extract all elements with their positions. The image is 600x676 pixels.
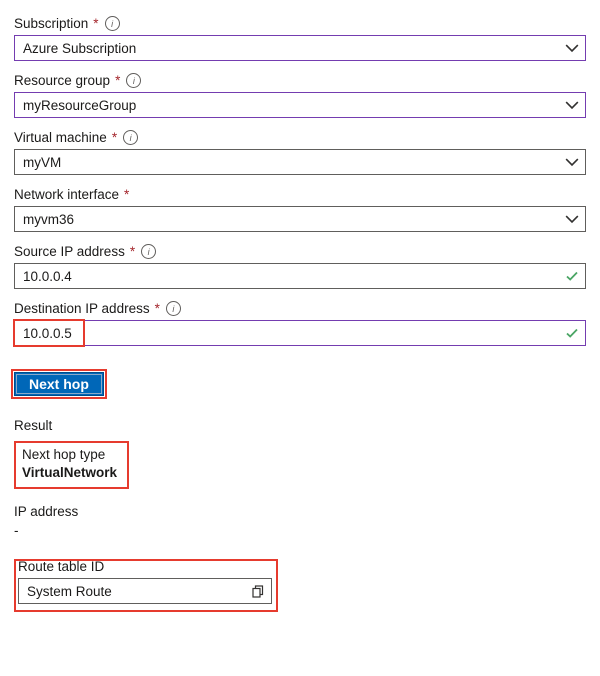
route-table-field[interactable]: System Route: [18, 578, 272, 604]
subscription-value: Azure Subscription: [23, 41, 136, 56]
src-ip-value: 10.0.0.4: [23, 269, 72, 284]
vm-label-row: Virtual machine * i: [14, 130, 586, 145]
src-ip-label-row: Source IP address * i: [14, 244, 586, 259]
required-indicator: *: [123, 187, 129, 202]
required-indicator: *: [154, 301, 160, 316]
resource-group-dropdown[interactable]: myResourceGroup: [14, 92, 586, 118]
required-indicator: *: [129, 244, 135, 259]
vm-label: Virtual machine: [14, 130, 107, 145]
next-hop-type-box: Next hop type VirtualNetwork: [14, 441, 129, 489]
chevron-down-icon: [565, 41, 579, 55]
required-indicator: *: [92, 16, 98, 31]
dst-ip-value: 10.0.0.5: [23, 326, 72, 341]
route-table-value: System Route: [27, 584, 112, 599]
required-indicator: *: [111, 130, 117, 145]
nic-label: Network interface: [14, 187, 119, 202]
nic-dropdown[interactable]: myvm36: [14, 206, 586, 232]
next-hop-type-label: Next hop type: [22, 446, 117, 464]
chevron-down-icon: [565, 155, 579, 169]
chevron-down-icon: [565, 212, 579, 226]
resource-group-label-row: Resource group * i: [14, 73, 586, 88]
subscription-label-row: Subscription * i: [14, 16, 586, 31]
info-icon[interactable]: i: [166, 301, 181, 316]
result-ip-value: -: [14, 522, 586, 541]
dst-ip-input[interactable]: 10.0.0.5: [14, 320, 586, 346]
route-table-label: Route table ID: [18, 559, 272, 574]
dst-ip-label: Destination IP address: [14, 301, 150, 316]
next-hop-button[interactable]: Next hop: [14, 372, 104, 396]
result-heading: Result: [14, 418, 586, 433]
src-ip-input[interactable]: 10.0.0.4: [14, 263, 586, 289]
src-ip-label: Source IP address: [14, 244, 125, 259]
vm-dropdown[interactable]: myVM: [14, 149, 586, 175]
subscription-label: Subscription: [14, 16, 88, 31]
info-icon[interactable]: i: [126, 73, 141, 88]
info-icon[interactable]: i: [123, 130, 138, 145]
info-icon[interactable]: i: [141, 244, 156, 259]
resource-group-label: Resource group: [14, 73, 110, 88]
required-indicator: *: [114, 73, 120, 88]
chevron-down-icon: [565, 98, 579, 112]
vm-value: myVM: [23, 155, 61, 170]
result-ip-label: IP address: [14, 503, 586, 522]
dst-ip-label-row: Destination IP address * i: [14, 301, 586, 316]
subscription-dropdown[interactable]: Azure Subscription: [14, 35, 586, 61]
nic-value: myvm36: [23, 212, 74, 227]
check-icon: [565, 269, 579, 283]
next-hop-type-value: VirtualNetwork: [22, 464, 117, 482]
resource-group-value: myResourceGroup: [23, 98, 136, 113]
nic-label-row: Network interface *: [14, 187, 586, 202]
info-icon[interactable]: i: [105, 16, 120, 31]
check-icon: [565, 326, 579, 340]
copy-icon[interactable]: [251, 584, 265, 598]
